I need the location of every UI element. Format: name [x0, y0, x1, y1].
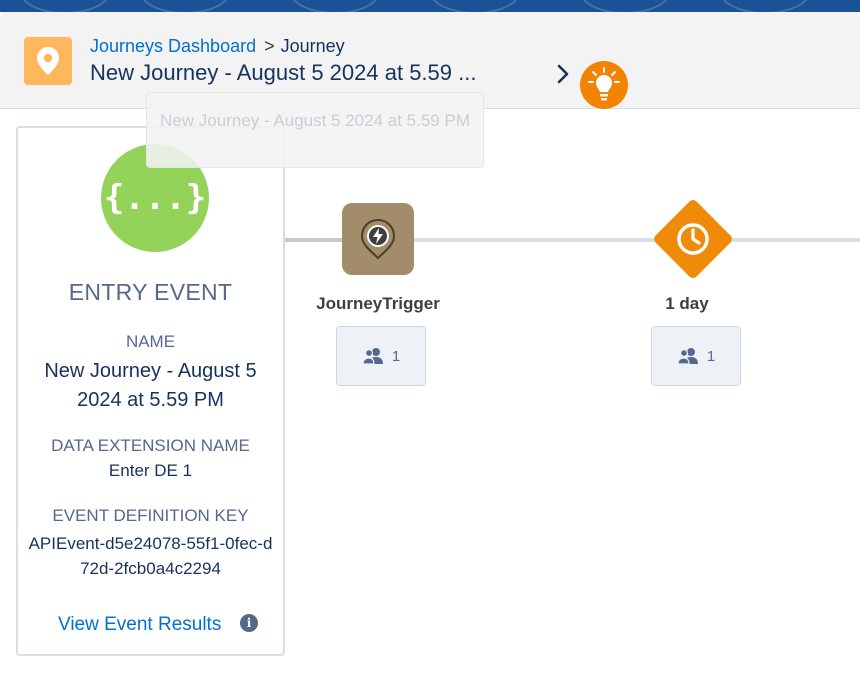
event-definition-key-label: EVENT DEFINITION KEY: [52, 506, 249, 525]
wait-duration-label: 1 day: [665, 294, 709, 313]
journey-trigger-label: JourneyTrigger: [316, 294, 440, 313]
clock-icon: [675, 221, 711, 257]
top-banner: [0, 0, 860, 12]
population-count-value: 1: [706, 347, 716, 365]
population-count[interactable]: 1: [336, 326, 426, 386]
journey-trigger-icon[interactable]: [342, 203, 414, 275]
journey-title[interactable]: New Journey - August 5 2024 at 5.59 ...: [90, 60, 476, 86]
breadcrumb-separator: >: [264, 36, 275, 56]
data-extension-value: Enter DE 1: [108, 461, 193, 480]
population-count-value: 1: [391, 347, 401, 365]
info-icon[interactable]: i: [240, 614, 258, 632]
connector-line: [412, 238, 860, 242]
entry-event-card[interactable]: {...} ENTRY EVENT NAME New Journey - Aug…: [16, 126, 285, 656]
breadcrumb-journeys-dashboard-link[interactable]: Journeys Dashboard: [90, 36, 256, 56]
view-event-results-link[interactable]: View Event Results: [58, 614, 221, 636]
population-count[interactable]: 1: [651, 326, 741, 386]
event-definition-key-value: APIEvent-d5e24078-55f1-0fec-d72d-2fcb0a4…: [28, 534, 273, 578]
breadcrumb: Journeys Dashboard > Journey: [90, 36, 345, 57]
entry-event-heading: ENTRY EVENT: [68, 279, 233, 305]
name-value: New Journey - August 5 2024 at 5.59 PM: [44, 360, 257, 411]
title-tooltip: New Journey - August 5 2024 at 5.59 PM: [146, 92, 484, 168]
breadcrumb-current: Journey: [280, 36, 345, 56]
connector-line: [285, 238, 343, 242]
users-icon: [677, 348, 698, 365]
name-label: NAME: [125, 332, 176, 351]
users-icon: [362, 348, 383, 365]
data-extension-label: DATA EXTENSION NAME: [51, 436, 250, 455]
lightbulb-icon[interactable]: [580, 61, 628, 109]
location-pin-icon: [24, 37, 72, 85]
chevron-right-icon[interactable]: [553, 62, 573, 86]
